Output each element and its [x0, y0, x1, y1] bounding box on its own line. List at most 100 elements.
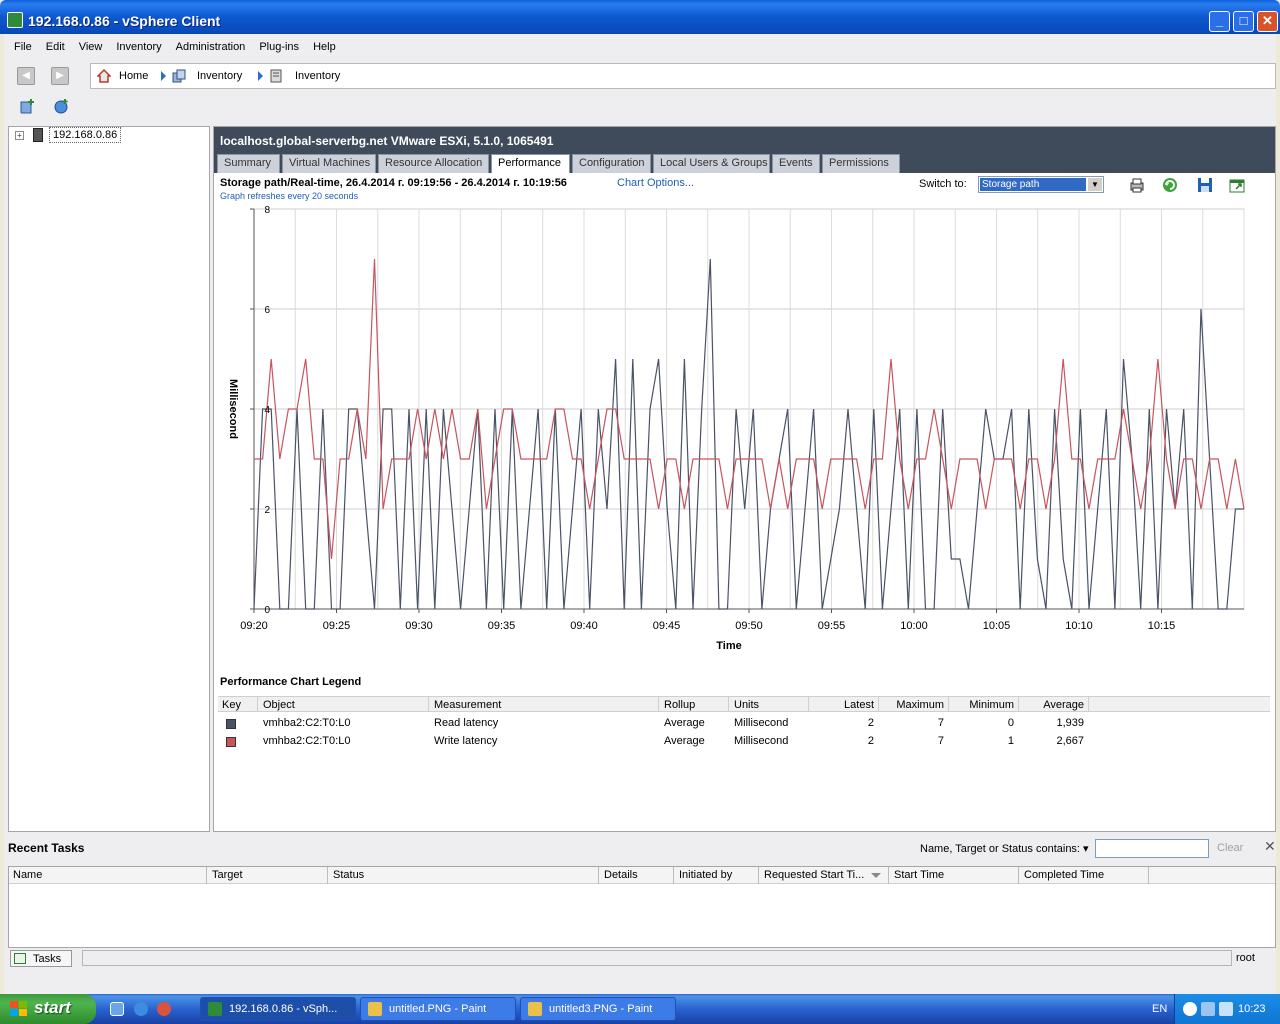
legend-average: 1,939 — [1056, 717, 1084, 729]
column-divider[interactable] — [1018, 867, 1019, 884]
tasks-col-target[interactable]: Target — [212, 869, 243, 881]
menu-help[interactable]: Help — [303, 38, 340, 56]
task-filter-label[interactable]: Name, Target or Status contains: ▾ — [920, 842, 1089, 855]
legend-title: Performance Chart Legend — [220, 676, 362, 688]
legend-col-object[interactable]: Object — [263, 699, 295, 711]
column-divider[interactable] — [327, 867, 328, 884]
column-divider[interactable] — [1088, 697, 1089, 712]
legend-row-write[interactable]: vmhba2:C2:T0:L0 Write latency Average Mi… — [218, 732, 1270, 750]
column-divider[interactable] — [888, 867, 889, 884]
column-divider[interactable] — [758, 867, 759, 884]
column-divider[interactable] — [878, 697, 879, 712]
breadcrumb-inventory-view[interactable]: Inventory — [295, 70, 340, 82]
column-divider[interactable] — [257, 697, 258, 712]
tasks-col-completed-time[interactable]: Completed Time — [1024, 869, 1104, 881]
close-recent-tasks-icon[interactable]: ✕ — [1264, 838, 1276, 855]
start-button[interactable]: start — [0, 994, 96, 1024]
breadcrumb-separator-icon[interactable] — [161, 71, 166, 81]
taskbar-item-paint-2[interactable]: untitled3.PNG - Paint — [520, 997, 676, 1021]
tasks-col-start-time[interactable]: Start Time — [894, 869, 944, 881]
legend-latest: 2 — [867, 717, 874, 729]
tasks-col-requested-start[interactable]: Requested Start Ti... — [764, 869, 864, 881]
refresh-icon[interactable] — [1162, 177, 1178, 193]
taskbar-item-paint-1[interactable]: untitled.PNG - Paint — [360, 997, 516, 1021]
tree-item-host[interactable]: 192.168.0.86 — [49, 127, 122, 143]
breadcrumb-separator-icon[interactable] — [258, 71, 263, 81]
close-button[interactable]: ✕ — [1257, 11, 1278, 32]
add-host-icon[interactable] — [20, 98, 36, 114]
tasks-header-row: Name Target Status Details Initiated by … — [9, 867, 1275, 884]
tree-expand-toggle[interactable]: + — [15, 131, 24, 140]
tab-summary[interactable]: Summary — [217, 154, 280, 173]
column-divider[interactable] — [598, 867, 599, 884]
taskbar-clock[interactable]: 10:23 — [1238, 1003, 1266, 1015]
legend-col-minimum[interactable]: Minimum — [954, 699, 1014, 711]
tab-performance[interactable]: Performance — [491, 154, 570, 175]
column-divider[interactable] — [206, 867, 207, 884]
tab-resource-allocation[interactable]: Resource Allocation — [378, 154, 489, 173]
column-divider[interactable] — [1148, 867, 1149, 884]
legend-col-measurement[interactable]: Measurement — [434, 699, 501, 711]
column-divider[interactable] — [808, 697, 809, 712]
menu-inventory[interactable]: Inventory — [106, 38, 165, 56]
menu-view[interactable]: View — [69, 38, 107, 56]
menu-edit[interactable]: Edit — [36, 38, 69, 56]
sort-desc-icon[interactable] — [871, 873, 881, 879]
column-divider[interactable] — [728, 697, 729, 712]
column-divider[interactable] — [428, 697, 429, 712]
x-tick-label: 10:10 — [1065, 620, 1093, 632]
legend-col-units[interactable]: Units — [734, 699, 759, 711]
hosts-clusters-icon — [270, 69, 282, 83]
legend-object: vmhba2:C2:T0:L0 — [263, 735, 351, 747]
menu-file[interactable]: File — [4, 38, 36, 56]
language-indicator[interactable]: EN — [1152, 1003, 1167, 1015]
maximize-button[interactable]: □ — [1233, 11, 1254, 32]
tasks-toggle-button[interactable]: Tasks — [10, 950, 72, 967]
minimize-button[interactable]: _ — [1209, 11, 1230, 32]
tasks-col-details[interactable]: Details — [604, 869, 638, 881]
column-divider[interactable] — [673, 867, 674, 884]
internet-explorer-icon[interactable] — [134, 1002, 148, 1016]
legend-col-rollup[interactable]: Rollup — [664, 699, 695, 711]
tray-expand-icon[interactable] — [1183, 1002, 1197, 1016]
chart-header: Storage path/Real-time, 26.4.2014 г. 09:… — [220, 177, 567, 189]
network-icon[interactable] — [1201, 1002, 1215, 1016]
column-divider[interactable] — [948, 697, 949, 712]
legend-col-average[interactable]: Average — [1024, 699, 1084, 711]
tasks-col-status[interactable]: Status — [333, 869, 364, 881]
print-icon[interactable] — [1129, 177, 1145, 193]
tab-virtual-machines[interactable]: Virtual Machines — [282, 154, 376, 173]
chart-options-link[interactable]: Chart Options... — [617, 177, 694, 189]
tasks-col-name[interactable]: Name — [13, 869, 42, 881]
column-divider[interactable] — [658, 697, 659, 712]
breadcrumb-home[interactable]: Home — [119, 70, 148, 82]
task-filter-input[interactable] — [1095, 839, 1209, 858]
tab-configuration[interactable]: Configuration — [572, 154, 651, 173]
popup-chart-icon[interactable] — [1229, 177, 1245, 193]
clear-filter-button[interactable]: Clear — [1217, 842, 1243, 854]
taskbar-item-vsphere[interactable]: 192.168.0.86 - vSph... — [200, 997, 356, 1021]
legend-row-read[interactable]: vmhba2:C2:T0:L0 Read latency Average Mil… — [218, 714, 1270, 732]
window-titlebar[interactable]: 192.168.0.86 - vSphere Client _ □ ✕ — [0, 0, 1280, 34]
tab-permissions[interactable]: Permissions — [822, 154, 900, 173]
tasks-col-initiated-by[interactable]: Initiated by — [679, 869, 732, 881]
menu-plugins[interactable]: Plug-ins — [249, 38, 303, 56]
save-icon[interactable] — [1197, 177, 1213, 193]
switch-to-select[interactable]: Storage path ▼ — [978, 176, 1104, 193]
back-button[interactable]: ◀ — [17, 67, 35, 85]
show-desktop-icon[interactable] — [110, 1002, 124, 1016]
forward-button[interactable]: ▶ — [51, 67, 69, 85]
legend-col-key[interactable]: Key — [222, 699, 241, 711]
breadcrumb-inventory[interactable]: Inventory — [197, 70, 242, 82]
tab-local-users-groups[interactable]: Local Users & Groups — [653, 154, 770, 173]
new-datacenter-icon[interactable] — [53, 98, 69, 114]
legend-col-maximum[interactable]: Maximum — [884, 699, 944, 711]
legend-col-latest[interactable]: Latest — [814, 699, 874, 711]
y-tick-label: 0 — [264, 605, 270, 616]
chevron-down-icon[interactable]: ▼ — [1088, 178, 1102, 191]
column-divider[interactable] — [1018, 697, 1019, 712]
network-icon[interactable] — [1219, 1002, 1233, 1016]
menu-administration[interactable]: Administration — [166, 38, 250, 56]
tab-events[interactable]: Events — [772, 154, 820, 173]
chrome-icon[interactable] — [157, 1002, 171, 1016]
